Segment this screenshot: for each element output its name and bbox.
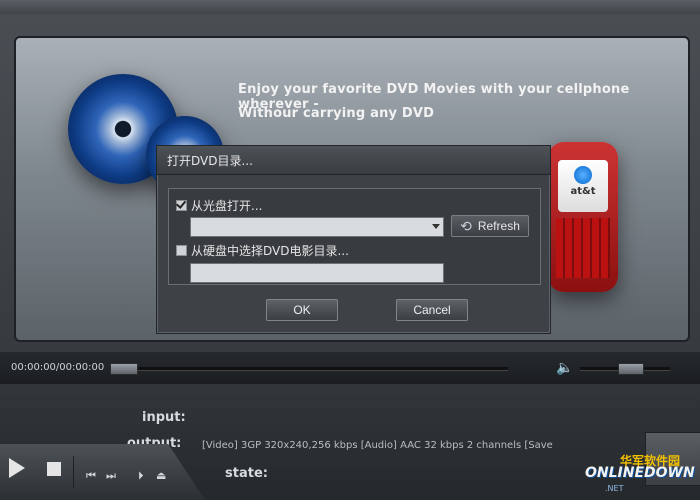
next-icon[interactable]: ⏭ (106, 469, 116, 483)
watermark-domain-text: .NET (605, 484, 624, 493)
step-icon[interactable]: ⏵ (138, 469, 144, 483)
cancel-button[interactable]: Cancel (396, 299, 468, 321)
watermark-logo: 华军软件园 ONLINEDOWN .NET (585, 446, 697, 496)
seek-slider-thumb[interactable] (110, 363, 138, 375)
volume-slider-thumb[interactable] (618, 363, 644, 375)
cellphone-image: at&t (548, 142, 618, 292)
dialog-title-bar[interactable]: 打开DVD目录... (157, 146, 550, 175)
drive-select-dropdown[interactable] (190, 217, 444, 237)
open-dvd-dialog: 打开DVD目录... 从光盘打开... ⟲ Refresh 从硬盘中选择DVD电… (156, 145, 551, 334)
chevron-down-icon[interactable] (432, 224, 440, 229)
choose-folder-option[interactable]: 从硬盘中选择DVD电影目录... (176, 242, 349, 259)
play-icon[interactable] (9, 458, 25, 478)
banner-line-2: Withour carrying any DVD (238, 106, 435, 121)
controls-divider (73, 456, 74, 488)
playback-bar: 00:00:00/00:00:00 🔈 (0, 352, 700, 384)
ok-button[interactable]: OK (266, 299, 338, 321)
open-from-disc-checkbox[interactable] (176, 200, 187, 211)
choose-folder-checkbox[interactable] (176, 245, 187, 256)
open-from-disc-label: 从光盘打开... (191, 199, 263, 213)
state-label: state: (225, 466, 268, 481)
seek-slider-track[interactable] (110, 367, 508, 371)
refresh-icon: ⟲ (460, 217, 472, 234)
time-display: 00:00:00/00:00:00 (11, 362, 105, 373)
att-globe-logo (574, 166, 592, 184)
input-label: input: (142, 410, 186, 425)
eject-icon[interactable]: ⏏ (156, 469, 166, 482)
speaker-icon[interactable]: 🔈 (556, 360, 573, 376)
output-settings-value: [Video] 3GP 320x240,256 kbps [Audio] AAC… (202, 440, 553, 451)
carrier-logo-text: at&t (570, 186, 596, 197)
previous-icon[interactable]: ⏮ (86, 469, 96, 483)
dvd-folder-path-input[interactable] (190, 263, 444, 283)
window-top-bar (0, 0, 700, 14)
choose-folder-label: 从硬盘中选择DVD电影目录... (191, 244, 349, 258)
open-from-disc-option[interactable]: 从光盘打开... (176, 197, 262, 214)
refresh-button[interactable]: ⟲ Refresh (451, 215, 529, 237)
dvd-converter-window: Enjoy your favorite DVD Movies with your… (0, 0, 700, 500)
phone-screen: at&t (558, 160, 608, 212)
watermark-brand-text: ONLINEDOWN (585, 465, 695, 481)
dialog-title: 打开DVD目录... (167, 154, 253, 168)
refresh-label: Refresh (477, 219, 520, 233)
phone-keypad (556, 218, 610, 278)
stop-icon[interactable] (47, 462, 61, 476)
